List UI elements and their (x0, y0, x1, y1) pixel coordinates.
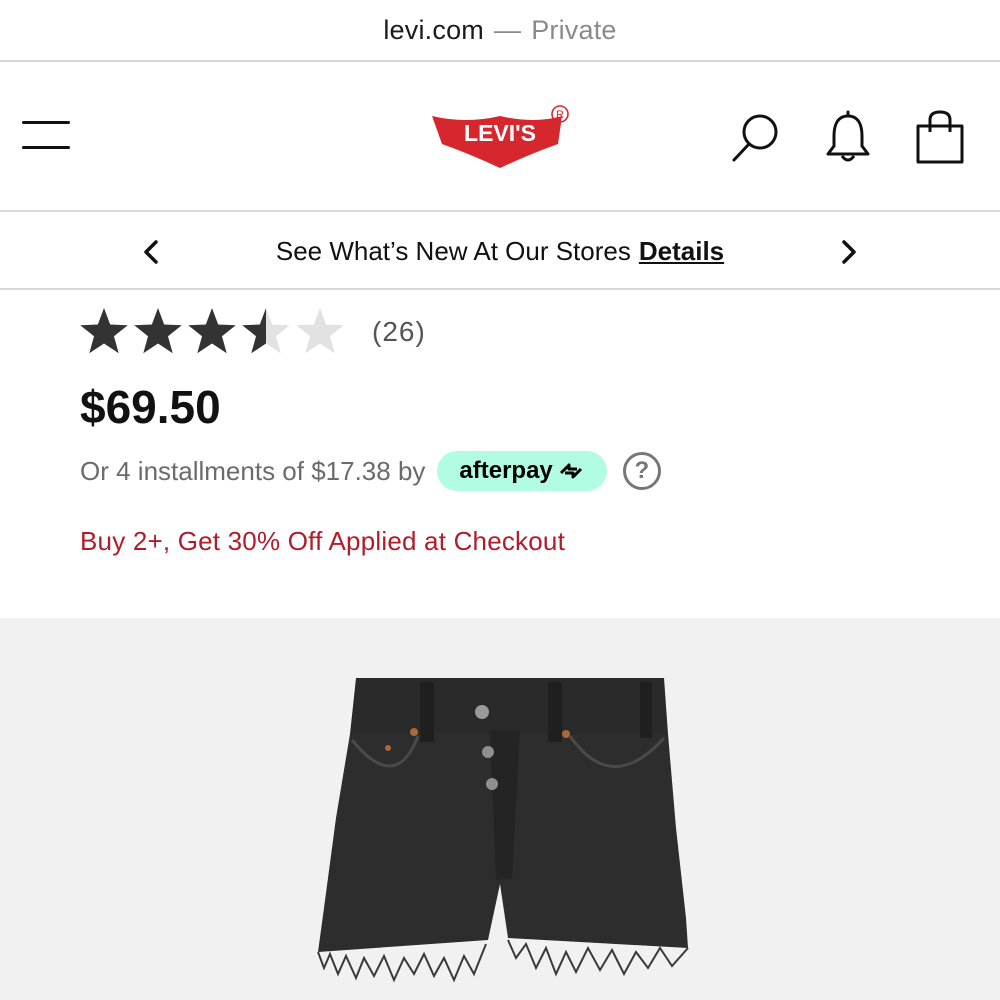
chevron-left-icon[interactable] (136, 236, 168, 268)
installments-row: Or 4 installments of $17.38 by afterpay … (80, 448, 661, 494)
promo-banner: See What’s New At Our Stores Details (0, 214, 1000, 290)
product-image[interactable] (0, 618, 1000, 1000)
chevron-right-icon[interactable] (832, 236, 864, 268)
installments-text: Or 4 installments of $17.38 by (80, 455, 426, 486)
page: levi.com — Private LEVI'S R See What’s N… (0, 0, 1000, 1000)
product-rating[interactable]: (26) (78, 304, 426, 360)
url-separator: — (493, 14, 522, 45)
menu-icon[interactable] (22, 118, 72, 158)
star-icon (188, 308, 236, 354)
promo-offer: Buy 2+, Get 30% Off Applied at Checkout (80, 526, 566, 556)
search-icon[interactable] (728, 110, 784, 166)
promo-text: See What’s New At Our Stores (275, 235, 631, 266)
url-domain: levi.com (383, 14, 484, 45)
star-icon (242, 308, 290, 354)
help-icon[interactable]: ? (622, 452, 661, 490)
afterpay-arrows-icon (559, 463, 582, 479)
levis-logo[interactable]: LEVI'S R (430, 104, 572, 170)
afterpay-label: afterpay (459, 457, 553, 484)
bell-icon[interactable] (822, 110, 874, 166)
product-price: $69.50 (80, 381, 221, 433)
review-count[interactable]: (26) (372, 316, 426, 348)
private-mode-label: Private (531, 14, 617, 45)
star-rating (78, 307, 344, 357)
address-bar[interactable]: levi.com — Private (0, 0, 1000, 62)
promo-details-link[interactable]: Details (639, 236, 724, 267)
svg-text:LEVI'S: LEVI'S (464, 120, 536, 146)
star-icon (134, 308, 182, 354)
afterpay-badge[interactable]: afterpay (437, 451, 607, 491)
bag-icon[interactable] (912, 108, 968, 166)
site-header: LEVI'S R (0, 62, 1000, 212)
star-icon (80, 308, 128, 354)
svg-text:R: R (556, 109, 564, 121)
star-icon (296, 308, 344, 354)
